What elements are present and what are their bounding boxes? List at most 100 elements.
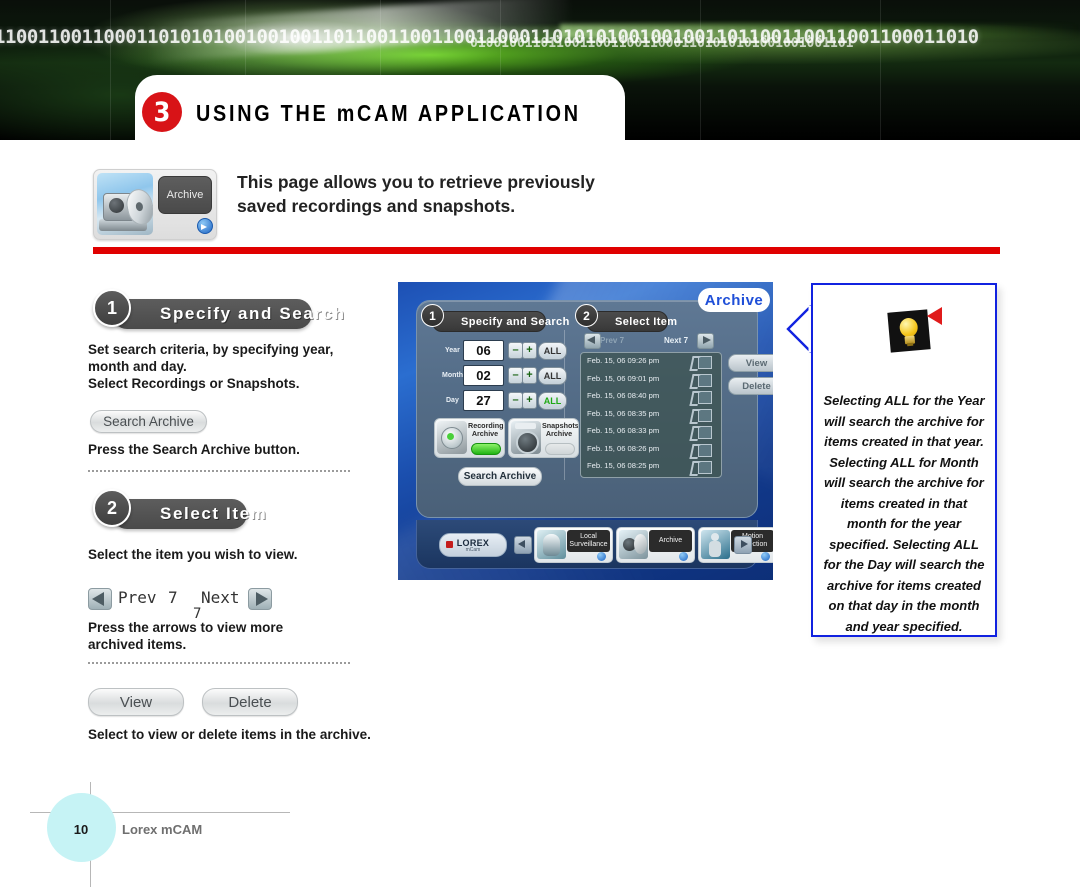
day-plus-button[interactable]: + — [522, 392, 537, 409]
chapter-number-badge: 3 — [142, 92, 182, 132]
year-field-label: Year — [445, 347, 460, 354]
day-minus-button[interactable]: – — [508, 392, 523, 409]
blue-arrow-icon — [197, 218, 213, 234]
local-surveillance-line-1: Local — [580, 533, 597, 540]
pager-controls: Prev 7 Next 7 — [88, 586, 338, 622]
recordings-archive-label: Recordings Archive — [468, 422, 504, 438]
archive-list-row[interactable]: Feb. 15, 06 09:26 pm — [581, 353, 721, 371]
lightbulb-glass — [898, 317, 919, 338]
nav-scroll-left-glyph — [518, 540, 525, 548]
delete-button[interactable]: Delete — [202, 688, 298, 716]
lightbulb-icon — [887, 309, 931, 353]
archive-item-timestamp: Feb. 15, 06 08:40 pm — [587, 391, 660, 400]
device-step-1-pill: Specify and Search — [432, 311, 569, 332]
archive-list-row[interactable]: Feb. 15, 06 08:40 pm — [581, 388, 721, 406]
device-next-label[interactable]: Next 7 — [664, 336, 688, 345]
page-description: This page allows you to retrieve previou… — [237, 170, 697, 218]
film-reel-hub — [447, 433, 454, 440]
recording-frame-box — [698, 391, 712, 404]
archive-list-row[interactable]: Feb. 15, 06 08:26 pm — [581, 441, 721, 459]
red-arrow-icon — [927, 307, 942, 325]
snapshots-archive-led — [545, 443, 575, 455]
prev-arrow-glyph — [92, 592, 104, 606]
nav-scroll-left-icon[interactable] — [514, 536, 532, 554]
motion-detection-thumbnail — [701, 530, 730, 559]
device-bottom-bar: LOREX mCam Local Surveillance Archive Mo… — [416, 520, 773, 569]
local-surveillance-thumbnail — [537, 530, 566, 559]
next-label: Next — [201, 588, 240, 607]
local-surveillance-arrow-icon — [597, 552, 606, 561]
step-1-body-line-1: Set search criteria, by specifying year, — [88, 342, 334, 357]
month-all-button[interactable]: ALL — [538, 367, 567, 385]
day-all-button[interactable]: ALL — [538, 392, 567, 410]
device-next-arrow-icon[interactable] — [697, 333, 714, 349]
step-2-caption-line-2: archived items. — [88, 637, 187, 652]
banner-grid-line — [880, 0, 881, 140]
section-dotted-divider-2 — [88, 662, 350, 664]
camera-lens-shape — [109, 198, 124, 213]
device-view-button[interactable]: View — [728, 354, 773, 372]
month-plus-button[interactable]: + — [522, 367, 537, 384]
camera-lens-circle — [516, 431, 539, 454]
year-all-button[interactable]: ALL — [538, 342, 567, 360]
device-step-2-pill: Select Item — [586, 311, 677, 332]
camera-shape — [543, 534, 560, 556]
banner-grid-line — [110, 0, 111, 140]
device-search-archive-button[interactable]: Search Archive — [458, 467, 542, 486]
nav-button-archive[interactable]: Archive — [616, 527, 695, 563]
snapshots-thumbnail — [511, 421, 541, 454]
month-field-label: Month — [442, 372, 463, 379]
recording-file-icon — [689, 356, 712, 371]
archive-list-row[interactable]: Feb. 15, 06 08:25 pm — [581, 458, 721, 476]
archive-list-row[interactable]: Feb. 15, 06 08:35 pm — [581, 406, 721, 424]
day-field-value[interactable]: 27 — [463, 390, 504, 411]
search-archive-caption: Press the Search Archive button. — [88, 442, 300, 457]
device-screenshot: Archive Specify and Search 1 Select Item… — [398, 282, 773, 580]
archive-list-row[interactable]: Feb. 15, 06 09:01 pm — [581, 371, 721, 389]
lorex-brand-sub: mCam — [465, 546, 481, 553]
year-field-value[interactable]: 06 — [463, 340, 504, 361]
device-page-tab: Archive — [698, 288, 770, 312]
step-1-body: Set search criteria, by specifying year,… — [88, 341, 338, 392]
device-next-arrow-glyph — [703, 336, 711, 344]
archive-item-timestamp: Feb. 15, 06 08:25 pm — [587, 461, 660, 470]
figure-head-shape — [711, 533, 719, 541]
year-minus-button[interactable]: – — [508, 342, 523, 359]
step-2-badge: 2 — [93, 489, 131, 527]
red-divider-rule — [93, 247, 1000, 254]
device-step-1-title: Specify and Search — [461, 315, 570, 328]
archive-list-row[interactable]: Feb. 15, 06 08:33 pm — [581, 423, 721, 441]
archive-item-list[interactable]: Feb. 15, 06 09:26 pm Feb. 15, 06 09:01 p… — [580, 352, 722, 478]
binary-code-text-secondary: 0100100110110011001100110001101010101001… — [470, 36, 854, 51]
camera-top-shape — [515, 423, 536, 429]
snapshots-archive-toggle[interactable]: Snapshots Archive — [508, 418, 579, 458]
search-archive-button[interactable]: Search Archive — [90, 410, 207, 433]
device-prev-arrow-icon[interactable] — [584, 333, 601, 349]
step-1-badge: 1 — [93, 289, 131, 327]
device-delete-button[interactable]: Delete — [728, 377, 773, 395]
step-1-body-line-3: Select Recordings or Snapshots. — [88, 376, 300, 391]
month-field-value[interactable]: 02 — [463, 365, 504, 386]
nav-button-local-surveillance[interactable]: Local Surveillance — [534, 527, 613, 563]
archive-item-timestamp: Feb. 15, 06 09:01 pm — [587, 373, 660, 383]
day-field-label: Day — [446, 397, 459, 404]
archive-nav-arrow-icon — [679, 552, 688, 561]
archive-item-timestamp: Feb. 15, 06 08:35 pm — [587, 408, 660, 418]
view-button[interactable]: View — [88, 688, 184, 716]
recording-frame-box — [698, 443, 712, 457]
lorex-brand-logo: LOREX mCam — [439, 533, 507, 557]
recordings-archive-toggle[interactable]: Recordings Archive — [434, 418, 505, 458]
recording-file-icon — [689, 391, 712, 406]
archive-item-timestamp: Feb. 15, 06 08:26 pm — [587, 443, 660, 453]
nav-scroll-right-icon[interactable] — [734, 536, 752, 554]
step-2-body-line-1: Select the item you wish to view. — [88, 547, 298, 562]
month-minus-button[interactable]: – — [508, 367, 523, 384]
next-arrow-icon[interactable] — [248, 588, 272, 610]
prev-arrow-icon[interactable] — [88, 588, 112, 610]
archive-nav-thumbnail — [619, 530, 648, 559]
year-plus-button[interactable]: + — [522, 342, 537, 359]
step-2-title: Select Item — [160, 504, 268, 523]
product-name: Lorex mCAM — [122, 822, 203, 837]
snapshots-archive-label: Snapshots Archive — [542, 422, 578, 438]
device-prev-label[interactable]: Prev 7 — [600, 336, 624, 345]
